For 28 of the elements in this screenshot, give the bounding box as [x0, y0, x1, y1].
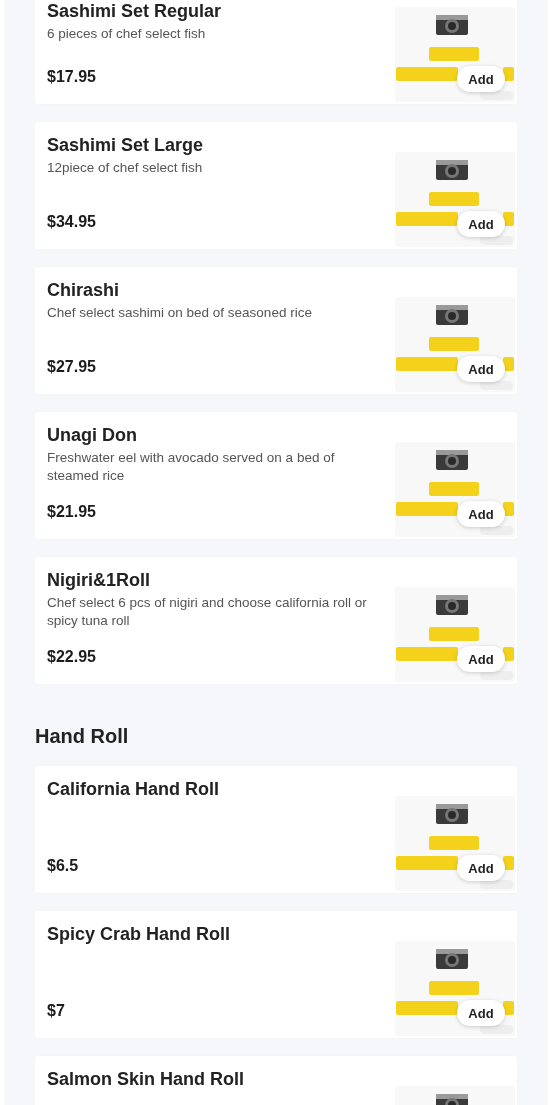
item-name: Spicy Crab Hand Roll — [47, 923, 232, 945]
item-price: $27.95 — [47, 358, 97, 376]
add-button[interactable]: Add — [457, 356, 505, 382]
item-price: $7 — [47, 1002, 66, 1020]
add-button[interactable]: Add — [457, 66, 505, 92]
item-name: California Hand Roll — [47, 778, 220, 800]
add-button[interactable]: Add — [457, 646, 505, 672]
item-price: $6.5 — [47, 857, 80, 875]
item-price: $21.95 — [47, 503, 97, 521]
add-button[interactable]: Add — [457, 1000, 505, 1026]
add-button[interactable]: Add — [457, 211, 505, 237]
item-name: Unagi Don — [47, 424, 138, 446]
item-name: Chirashi — [47, 279, 121, 301]
item-name: Sashimi Set Regular — [47, 0, 223, 22]
item-name: Salmon Skin Hand Roll — [47, 1068, 246, 1090]
item-price: $34.95 — [47, 213, 97, 231]
item-name: Nigiri&1Roll — [47, 569, 151, 591]
item-description: 6 pieces of chef select fish — [47, 25, 207, 43]
item-price: $22.95 — [47, 648, 97, 666]
add-button[interactable]: Add — [457, 501, 505, 527]
item-name: Sashimi Set Large — [47, 134, 205, 156]
item-description: Chef select 6 pcs of nigiri and choose california roll or spicy tuna roll — [47, 594, 368, 630]
item-description: 12piece of chef select fish — [47, 159, 204, 177]
item-description: Chef select sashimi on bed of seasoned rice — [47, 304, 313, 322]
add-button[interactable]: Add — [457, 855, 505, 881]
item-description: Freshwater eel with avocado served on a bed of steamed rice — [47, 449, 336, 485]
section-heading: Hand Roll — [35, 724, 130, 749]
item-price: $17.95 — [47, 68, 97, 86]
